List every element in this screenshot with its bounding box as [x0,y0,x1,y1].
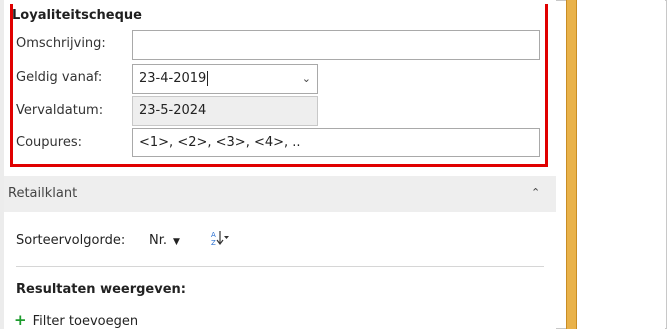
vervaldatum-field: 23-5-2024 [132,96,318,126]
plus-icon: + [14,311,27,329]
coupures-label: Coupures: [16,135,82,150]
sort-order-value: Nr. [149,233,168,248]
chevron-down-icon[interactable]: ⌄ [302,65,311,93]
sort-order-dropdown[interactable]: Nr. ▼ [149,233,180,248]
omschrijving-input[interactable] [132,30,540,60]
retail-section-header[interactable] [4,176,556,212]
geldig-vanaf-value: 23-4-2019 [139,71,207,86]
caret-down-icon: ▼ [173,237,180,247]
geldig-vanaf-dropdown[interactable]: 23-4-2019 ⌄ [132,64,318,94]
loyalty-section-title: Loyaliteitscheque [12,8,142,23]
sort-order-label: Sorteervolgorde: [16,233,126,248]
coupures-input[interactable]: <1>, <2>, <3>, <4>, .. [132,128,540,157]
vervaldatum-label: Vervaldatum: [16,103,104,118]
add-filter-label: Filter toevoegen [32,314,139,329]
retail-section-title: Retailklant [8,186,78,201]
svg-text:Z: Z [211,239,216,247]
main-panel: Loyaliteitscheque Omschrijving: Geldig v… [4,0,556,329]
svg-text:A: A [211,231,216,239]
chevron-up-icon[interactable]: ⌃ [531,186,540,199]
sort-az-icon[interactable]: A Z [210,228,230,248]
results-heading: Resultaten weergeven: [16,282,186,297]
omschrijving-label: Omschrijving: [16,36,106,51]
add-filter-button[interactable]: + Filter toevoegen [14,311,138,329]
geldig-vanaf-label: Geldig vanaf: [16,70,103,85]
right-panel [577,0,665,329]
divider [16,266,544,267]
panel-splitter[interactable] [566,0,577,329]
text-cursor [207,71,209,86]
